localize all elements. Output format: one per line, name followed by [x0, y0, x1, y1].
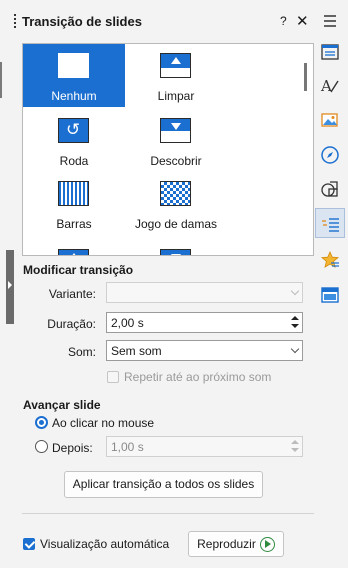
transition-item-nenhum[interactable]: Nenhum	[23, 44, 125, 107]
sidebar-item-properties[interactable]	[315, 37, 345, 67]
after-label: Depois:	[52, 441, 93, 455]
shapes-icon	[321, 181, 338, 197]
gallery-scrollbar[interactable]	[299, 44, 313, 255]
panel-titlebar: Transição de slides ? ✕	[12, 6, 314, 36]
sidebar-item-navigator[interactable]	[315, 140, 345, 170]
spin-up-icon[interactable]	[291, 316, 299, 320]
slide-transition-icon	[322, 218, 339, 232]
hamburger-menu-button[interactable]	[315, 6, 345, 36]
transition-label: Barras	[56, 217, 92, 231]
variant-dropdown[interactable]	[106, 282, 303, 303]
autopreview-label: Visualização automática	[40, 537, 170, 551]
panel-title: Transição de slides	[22, 14, 142, 29]
transition-item-limpar[interactable]: Limpar	[125, 44, 227, 107]
repeat-sound-label: Repetir até ao próximo som	[124, 370, 272, 384]
wheel-transition-icon	[58, 118, 89, 143]
chevron-down-icon	[290, 346, 300, 356]
gallery-icon	[321, 113, 338, 127]
navigator-icon	[321, 146, 339, 164]
sidebar-deck: A	[314, 0, 348, 568]
modify-transition-heading: Modificar transição	[23, 263, 134, 277]
transition-label: Jogo de damas	[134, 217, 218, 231]
checkerboard-transition-icon	[160, 181, 191, 206]
transition-item-partial[interactable]	[125, 240, 227, 255]
transition-label: Roda	[59, 154, 89, 168]
spin-down-icon[interactable]	[291, 448, 299, 452]
on-click-radio[interactable]	[35, 416, 48, 429]
autopreview-checkbox[interactable]	[23, 538, 35, 550]
transition-item-barras[interactable]: Barras	[23, 172, 125, 235]
transition-item-jogo-de-damas[interactable]: Jogo de damas	[125, 172, 227, 235]
variant-label: Variante:	[48, 287, 96, 301]
scrollbar-thumb[interactable]	[304, 63, 307, 91]
play-button[interactable]: Reproduzir	[188, 531, 284, 557]
on-click-label: Ao clicar no mouse	[52, 416, 155, 430]
sidebar-item-shapes[interactable]	[315, 174, 345, 204]
none-transition-icon	[58, 53, 89, 78]
properties-icon	[321, 44, 339, 60]
svg-text:A: A	[320, 77, 332, 95]
after-radio[interactable]	[35, 440, 48, 453]
hamburger-menu-icon	[324, 15, 336, 27]
sidebar-item-master-slides[interactable]	[315, 280, 345, 310]
divider	[22, 513, 314, 514]
bars-transition-icon	[58, 181, 89, 206]
transition-label: Descobrir	[150, 154, 202, 168]
uncover-transition-icon	[160, 118, 191, 143]
transition-item-roda[interactable]: Roda	[23, 109, 125, 172]
spin-buttons[interactable]	[288, 314, 301, 331]
duration-label: Duração:	[47, 317, 96, 331]
transition-item-partial[interactable]	[23, 240, 125, 255]
spin-up-icon[interactable]	[291, 440, 299, 444]
sidebar-item-styles[interactable]: A	[315, 71, 345, 101]
sound-value: Sem som	[111, 344, 162, 358]
partial-transition-icon	[160, 249, 191, 255]
styles-icon: A	[320, 77, 339, 95]
duration-spinbox[interactable]: 2,00 s	[106, 312, 303, 333]
advance-slide-heading: Avançar slide	[23, 398, 101, 412]
transition-item-descobrir[interactable]: Descobrir	[125, 109, 227, 172]
help-button[interactable]: ?	[280, 14, 287, 28]
close-button[interactable]: ✕	[296, 12, 309, 30]
animation-icon	[320, 251, 340, 268]
spin-buttons[interactable]	[288, 438, 301, 455]
drag-grip-icon[interactable]	[14, 14, 17, 28]
apply-to-all-slides-label: Aplicar transição a todos os slides	[72, 477, 255, 491]
sidebar-item-slide-transition[interactable]	[315, 208, 345, 238]
duration-value: 2,00 s	[111, 316, 144, 330]
sidebar-item-animation[interactable]	[315, 245, 345, 275]
sound-dropdown[interactable]: Sem som	[106, 340, 303, 361]
transition-label: Limpar	[157, 89, 195, 103]
sidebar-item-gallery[interactable]	[315, 105, 345, 135]
chevron-down-icon	[290, 288, 300, 298]
wipe-transition-icon	[160, 53, 191, 78]
spin-down-icon[interactable]	[291, 324, 299, 328]
apply-to-all-slides-button[interactable]: Aplicar transição a todos os slides	[64, 471, 263, 498]
after-time-spinbox[interactable]: 1,00 s	[106, 436, 303, 457]
transition-label: Nenhum	[51, 89, 97, 103]
repeat-sound-checkbox[interactable]	[107, 371, 119, 383]
left-edge-marker	[0, 62, 2, 98]
slide-transition-panel: Transição de slides ? ✕ Nenhum Limpar Ro…	[12, 6, 314, 568]
after-time-value: 1,00 s	[111, 440, 144, 454]
master-slides-icon	[321, 287, 339, 303]
partial-transition-icon	[58, 249, 89, 255]
transition-gallery: Nenhum Limpar Roda Descobrir Barras Jogo…	[22, 43, 314, 256]
play-label: Reproduzir	[197, 537, 256, 551]
play-icon	[259, 537, 275, 553]
sound-label: Som:	[67, 345, 96, 359]
